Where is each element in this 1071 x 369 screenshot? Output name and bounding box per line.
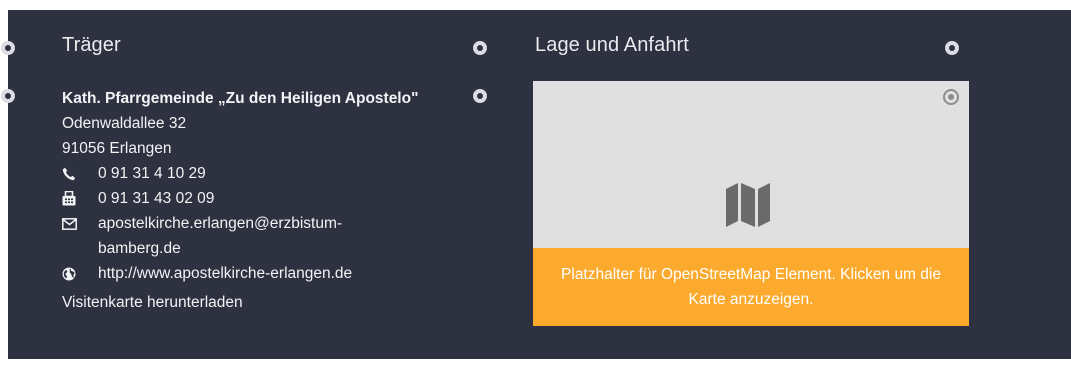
edit-handle-icon[interactable] [1, 41, 15, 55]
email-row: apostelkirche.erlangen@erzbistum- bamber… [62, 211, 418, 261]
map-consent-banner[interactable]: Platzhalter für OpenStreetMap Element. K… [533, 248, 969, 326]
phone-icon [62, 161, 98, 186]
fax-number: 0 91 31 43 02 09 [98, 190, 215, 207]
map-edit-handle-icon[interactable] [943, 89, 959, 105]
edit-handle-icon[interactable] [945, 41, 959, 55]
postal-city: 91056 Erlangen [62, 140, 172, 157]
organization-name: Kath. Pfarrgemeinde „Zu den Heiligen Apo… [62, 90, 419, 107]
envelope-icon [62, 211, 98, 236]
edit-handle-icon[interactable] [1, 89, 15, 103]
map-icon [726, 183, 770, 232]
address-block: Kath. Pfarrgemeinde „Zu den Heiligen Apo… [62, 86, 418, 315]
location-heading: Lage und Anfahrt [535, 34, 689, 56]
fax-icon [62, 186, 98, 211]
map-placeholder[interactable]: Platzhalter für OpenStreetMap Element. K… [533, 81, 969, 326]
fax-row: 0 91 31 43 02 09 [62, 186, 418, 211]
website-link[interactable]: http://www.apostelkirche-erlangen.de [98, 261, 352, 286]
street-address: Odenwaldallee 32 [62, 115, 187, 132]
traeger-heading: Träger [62, 34, 121, 56]
vcard-download-link[interactable]: Visitenkarte herunterladen [62, 290, 418, 315]
website-row: http://www.apostelkirche-erlangen.de [62, 261, 418, 286]
phone-number[interactable]: 0 91 31 4 10 29 [98, 161, 206, 186]
edit-handle-icon[interactable] [473, 89, 487, 103]
phone-row: 0 91 31 4 10 29 [62, 161, 418, 186]
email-link-line2[interactable]: bamberg.de [98, 236, 342, 261]
email-link[interactable]: apostelkirche.erlangen@erzbistum- bamber… [98, 211, 342, 261]
email-link-line1[interactable]: apostelkirche.erlangen@erzbistum- [98, 211, 342, 236]
globe-icon [62, 261, 98, 286]
edit-handle-icon[interactable] [473, 41, 487, 55]
